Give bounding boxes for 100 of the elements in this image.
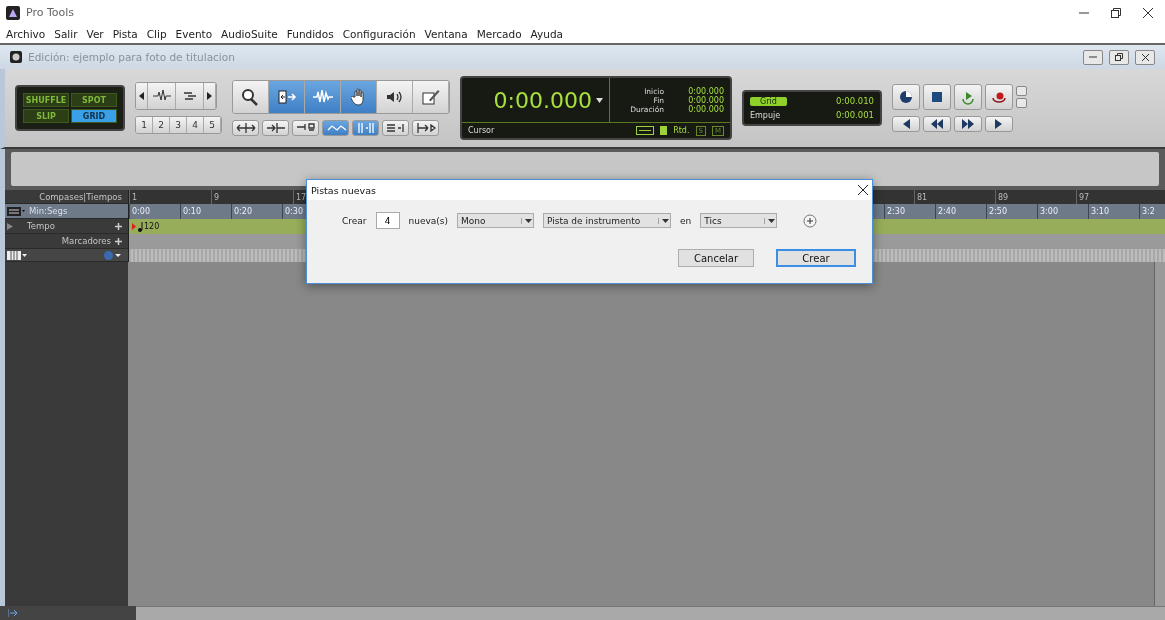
clock-icon [104, 250, 122, 260]
restore-icon [1111, 7, 1121, 18]
menu-item[interactable]: Ver [86, 28, 104, 40]
app-logo-icon [6, 5, 20, 20]
menu-item[interactable]: Ventana [424, 28, 468, 40]
in-label: en [680, 215, 692, 226]
cursor-label: Cursor [468, 126, 496, 135]
window-title: Edición: ejemplo para foto de titulacion [28, 51, 236, 63]
dialog-button[interactable]: Cancelar [678, 249, 754, 267]
restore-icon [1115, 53, 1123, 61]
time-marker: 3:2 [1142, 207, 1155, 216]
bar-number: 17 [296, 192, 307, 202]
caret-icon [521, 217, 534, 224]
triangle-left-icon [139, 92, 144, 100]
menu-item[interactable]: Salir [54, 28, 78, 40]
menu-item[interactable]: Evento [175, 28, 213, 40]
scroll-left-button[interactable] [136, 83, 148, 109]
nudge-value[interactable]: 0:00.001 [786, 110, 874, 120]
counter-value: 0:00.000 [687, 86, 724, 96]
grid-value[interactable]: 0:00.010 [786, 96, 874, 106]
bar-number: 97 [1079, 192, 1090, 202]
bar-number: 9 [214, 192, 220, 202]
rewind-icon [929, 116, 945, 132]
menu-item[interactable]: Archivo [6, 28, 46, 40]
waveform-icon [151, 89, 172, 103]
arrow-icon [8, 609, 17, 617]
transport-button[interactable] [985, 84, 1013, 110]
caret-icon [764, 217, 777, 224]
transport-button[interactable] [892, 84, 920, 110]
counter-value: 0:00.000 [687, 95, 724, 105]
time-marker: 2:40 [938, 207, 956, 216]
hand-icon [350, 88, 367, 106]
ruler-label: Compases|Tiempos [38, 191, 122, 202]
transport-button[interactable] [954, 116, 982, 132]
bracket-arrow-icon [276, 89, 297, 105]
app-title: Pro Tools [26, 6, 76, 19]
menu-item[interactable]: Pista [112, 28, 138, 40]
close-button[interactable] [1135, 49, 1155, 65]
minimize-icon [1089, 55, 1097, 59]
transport-button[interactable] [892, 116, 920, 132]
dialog-button[interactable]: Crear [776, 249, 856, 267]
timebase-dropdown[interactable]: Tics [700, 213, 778, 228]
speaker-icon [384, 89, 405, 105]
transport-button[interactable] [923, 116, 951, 132]
new-label: nueva(s) [408, 215, 449, 226]
edit-mode-button[interactable]: SLIP [23, 109, 69, 123]
bar-number: 1 [132, 192, 138, 202]
time-marker: 3:00 [1040, 207, 1058, 216]
pencil-icon [420, 88, 441, 106]
app-logo-icon [10, 51, 22, 63]
scroll-right-button[interactable] [204, 83, 216, 109]
minimize-button[interactable] [1083, 49, 1103, 65]
tool-button[interactable] [233, 81, 269, 113]
online-icon [898, 89, 914, 105]
vertical-scrollbar[interactable] [1154, 262, 1165, 606]
count-field[interactable]: 4 [375, 212, 400, 229]
transport-button[interactable] [923, 84, 951, 110]
document-icon [660, 126, 668, 135]
nudge-label: Empuje [750, 110, 782, 120]
edit-mode-button[interactable]: GRID [71, 109, 117, 123]
restore-button[interactable] [1109, 49, 1129, 65]
menu-item[interactable]: Ayuda [530, 28, 564, 40]
tool-button[interactable] [341, 81, 377, 113]
rtd-label: Rtd. [673, 126, 690, 135]
bar-number: 89 [998, 192, 1009, 202]
waveform-icon [311, 89, 334, 105]
edit-mode-button[interactable]: SHUFFLE [23, 93, 69, 107]
time-marker: 2:30 [887, 207, 905, 216]
menu-item[interactable]: Mercado [476, 28, 522, 40]
note-icon [132, 221, 144, 232]
time-marker: 2:50 [989, 207, 1007, 216]
track-type-dropdown[interactable]: Pista de instrumento [543, 213, 672, 228]
menu-item[interactable]: Configuración [342, 28, 416, 40]
transport-button[interactable] [985, 116, 1013, 132]
plus-icon [115, 237, 122, 245]
time-marker: 0:00 [132, 207, 150, 216]
time-marker: 0:20 [234, 207, 252, 216]
main-counter: 0:00.000 [493, 87, 592, 113]
small-toggle[interactable] [1016, 86, 1027, 96]
edit-mode-button[interactable]: SPOT [71, 93, 117, 107]
menu-item[interactable]: Clip [146, 28, 167, 40]
grid-tag[interactable]: Grid [750, 96, 787, 106]
time-marker: 0:30 [285, 207, 303, 216]
close-icon [1141, 53, 1149, 61]
close-icon [1143, 7, 1153, 18]
menu-item[interactable]: Fundidos [286, 28, 334, 40]
ruler-label: Tempo [26, 221, 56, 231]
menu-item[interactable]: AudioSuite [221, 28, 278, 40]
close-icon [858, 185, 868, 195]
expand-triangle-icon [7, 222, 13, 230]
horizontal-scrollbar[interactable] [136, 606, 1165, 620]
plus-icon [115, 222, 122, 230]
zoom-preset-button[interactable]: 1 [136, 117, 153, 133]
tool-button[interactable] [269, 81, 305, 113]
fast-forward-icon [960, 116, 976, 132]
format-dropdown[interactable]: Mono [457, 213, 535, 228]
create-label: Crear [342, 215, 367, 226]
dialog-title: Pistas nuevas [311, 184, 377, 196]
small-toggle[interactable] [1016, 98, 1027, 108]
tempo-value: 120 [144, 222, 160, 231]
